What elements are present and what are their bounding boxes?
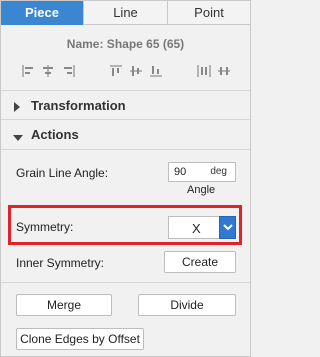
grain-line-angle-unit: deg (210, 166, 227, 177)
align-top-icon[interactable] (109, 64, 123, 78)
symmetry-select[interactable]: X (168, 216, 236, 239)
tab-bar: Piece Line Point (1, 1, 250, 26)
symmetry-value: X (192, 221, 201, 236)
inner-symmetry-label: Inner Symmetry: (16, 256, 105, 270)
align-left-icon[interactable] (21, 64, 35, 78)
chevron-down-icon (13, 130, 23, 145)
distribute-horizontal-icon[interactable] (197, 64, 211, 78)
section-actions[interactable]: Actions (1, 120, 250, 148)
section-transformation[interactable]: Transformation (1, 91, 250, 119)
align-middle-vertical-icon[interactable] (129, 64, 143, 78)
section-actions-label: Actions (31, 127, 79, 142)
grain-line-angle-value: 90 (174, 166, 187, 178)
clone-edges-by-offset-button[interactable]: Clone Edges by Offset (16, 328, 144, 350)
divider (1, 149, 250, 150)
distribute-vertical-icon[interactable] (217, 64, 231, 78)
tab-point[interactable]: Point (167, 1, 250, 25)
create-button[interactable]: Create (164, 251, 236, 273)
divider (1, 282, 250, 283)
tab-line[interactable]: Line (83, 1, 167, 25)
align-bottom-icon[interactable] (149, 64, 163, 78)
chevron-down-icon (223, 224, 233, 231)
piece-properties-panel: Piece Line Point Name: Shape 65 (65) Tra… (0, 0, 251, 357)
align-right-icon[interactable] (62, 64, 76, 78)
align-center-horizontal-icon[interactable] (41, 64, 55, 78)
dropdown-button[interactable] (219, 216, 236, 239)
section-transformation-label: Transformation (31, 98, 126, 113)
chevron-right-icon (13, 100, 21, 115)
grain-line-angle-input[interactable]: 90 deg (168, 162, 236, 182)
grain-line-angle-label: Grain Line Angle: (16, 166, 109, 180)
merge-button[interactable]: Merge (16, 294, 112, 316)
symmetry-label: Symmetry: (16, 220, 74, 234)
angle-caption: Angle (187, 184, 216, 196)
shape-name: Name: Shape 65 (65) (66, 37, 185, 51)
divide-button[interactable]: Divide (138, 294, 236, 316)
tab-piece[interactable]: Piece (1, 1, 83, 25)
alignment-toolbar (1, 64, 250, 80)
